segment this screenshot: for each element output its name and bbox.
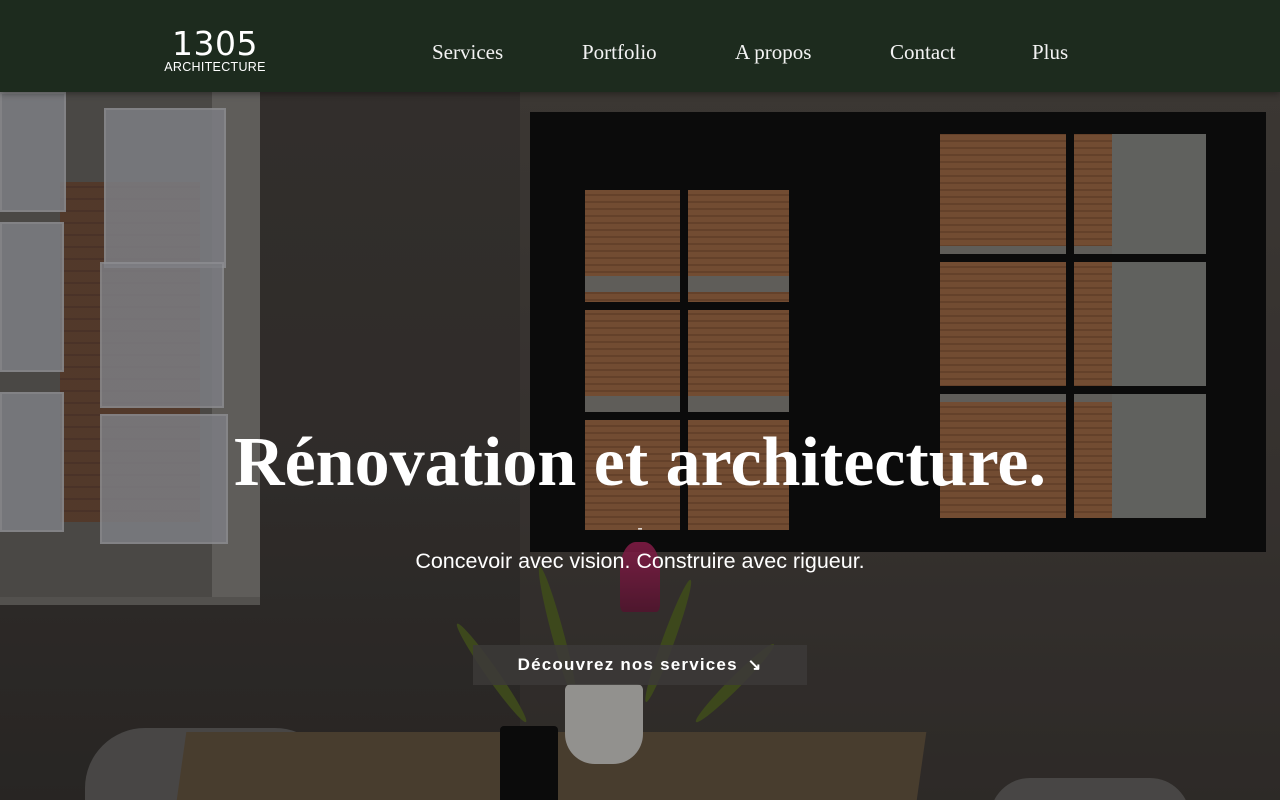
page: 1305 ARCHITECTURE Services Portfolio A p… (0, 0, 1280, 800)
nav-item-a-propos[interactable]: A propos (735, 40, 811, 65)
discover-services-button[interactable]: Découvrez nos services ↘ (473, 645, 807, 685)
cta-label: Découvrez nos services (517, 655, 738, 674)
hero-title: Rénovation et architecture. (234, 424, 1046, 501)
hero-subtitle: Concevoir avec vision. Construire avec r… (415, 549, 865, 573)
nav-item-contact[interactable]: Contact (890, 40, 955, 65)
nav-item-plus[interactable]: Plus (1032, 40, 1068, 65)
main-nav: Services Portfolio A propos Contact Plus (0, 40, 1280, 70)
site-header: 1305 ARCHITECTURE Services Portfolio A p… (0, 0, 1280, 92)
hero-separator: - (637, 520, 643, 537)
arrow-down-right-icon: ↘ (747, 657, 763, 674)
nav-item-portfolio[interactable]: Portfolio (582, 40, 657, 65)
nav-item-services[interactable]: Services (432, 40, 503, 65)
